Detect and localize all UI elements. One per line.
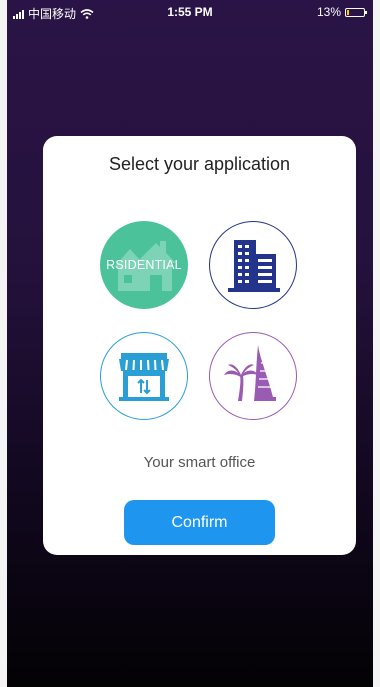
- status-bar: 中国移动 1:55 PM 13%: [7, 0, 373, 22]
- selection-description: Your smart office: [143, 454, 256, 471]
- option-office[interactable]: [209, 221, 297, 309]
- office-building-icon: [228, 240, 280, 292]
- battery-percent: 13%: [316, 5, 341, 19]
- hotel-palm-icon: [224, 345, 276, 401]
- application-select-dialog: Select your application RSIDENTIAL Your …: [43, 136, 356, 555]
- dialog-title: Select your application: [108, 154, 291, 174]
- option-hotel[interactable]: [209, 332, 297, 420]
- option-store[interactable]: [100, 332, 188, 420]
- battery-cap: [365, 10, 367, 14]
- storefront-icon: [119, 353, 169, 401]
- battery-level: [347, 9, 349, 15]
- confirm-button[interactable]: Confirm: [124, 500, 275, 545]
- app-screen: 中国移动 1:55 PM 13% Select your application: [7, 0, 373, 687]
- battery-icon: [345, 7, 367, 17]
- option-residential[interactable]: RSIDENTIAL: [100, 221, 188, 309]
- status-right: 13%: [316, 5, 367, 19]
- residential-label: RSIDENTIAL: [106, 258, 182, 272]
